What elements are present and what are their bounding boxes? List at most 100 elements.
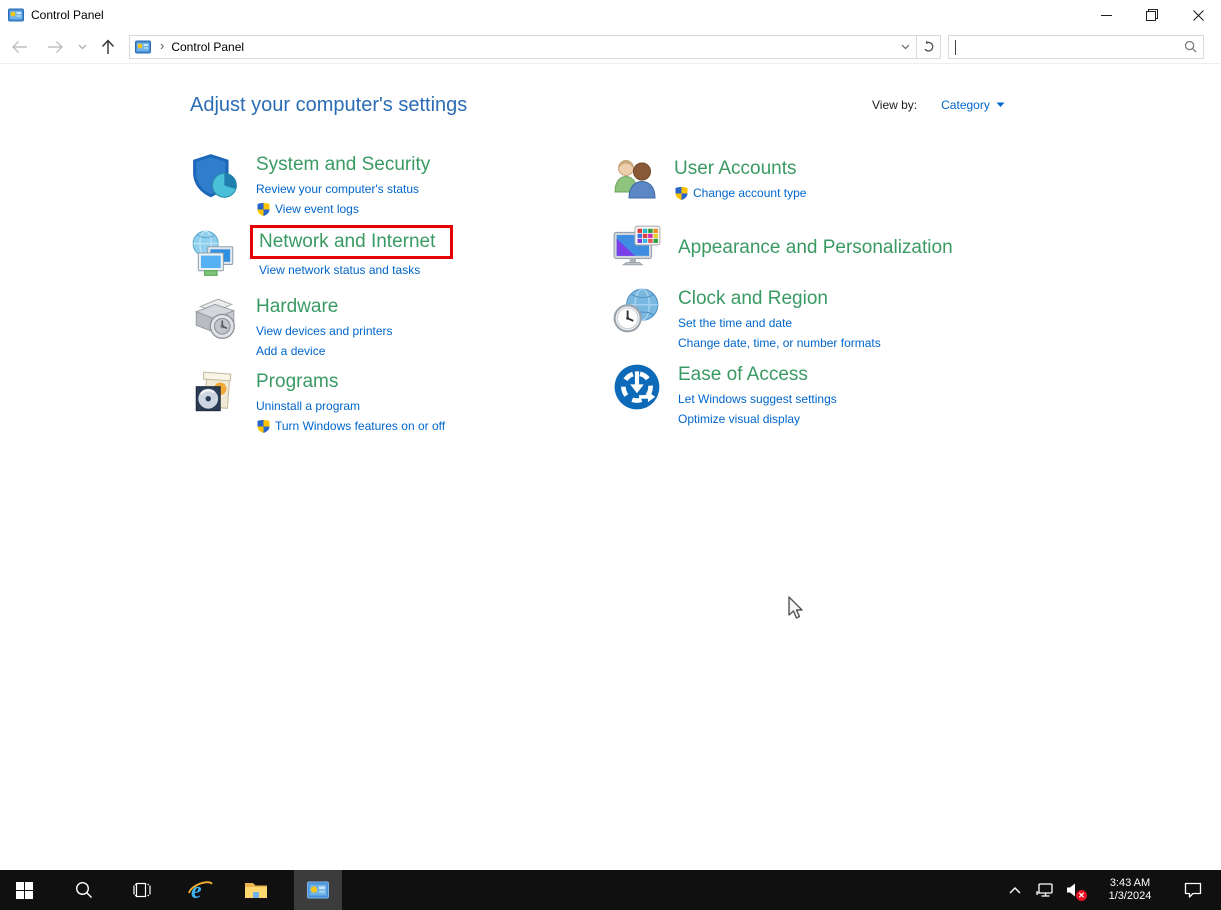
taskbar-search-button[interactable] [60,870,108,910]
link-uninstall-a-program[interactable]: Uninstall a program [256,399,445,414]
programs-icon[interactable] [190,369,240,419]
search-box [948,35,1204,59]
category-title-user-accounts[interactable]: User Accounts [674,156,806,181]
windows-logo-icon [16,882,33,899]
dropdown-arrow-icon [996,102,1005,108]
user-accounts-icon[interactable] [612,156,658,202]
page-title: Adjust your computer's settings [190,94,467,117]
internet-explorer-button[interactable]: e [176,870,224,910]
category-title-clock-and-region[interactable]: Clock and Region [678,286,881,311]
system-and-security-icon[interactable] [190,152,240,202]
category-appearance-personalization: Appearance and Personalization [612,222,953,272]
category-title-ease-of-access[interactable]: Ease of Access [678,362,837,387]
navigation-bar: › Control Panel [0,30,1221,64]
close-icon [1193,10,1204,21]
up-arrow-icon [101,39,115,55]
chevron-up-icon [1009,887,1021,894]
taskbar-control-panel-button[interactable] [294,870,342,910]
link-review-computer-status[interactable]: Review your computer's status [256,182,430,197]
breadcrumb[interactable]: Control Panel [171,40,244,54]
link-view-event-logs[interactable]: View event logs [256,202,430,217]
action-center-button[interactable] [1173,870,1213,910]
link-turn-windows-features[interactable]: Turn Windows features on or off [256,419,445,434]
ease-of-access-icon[interactable] [612,362,662,412]
category-user-accounts: User Accounts Change account type [612,156,806,202]
close-button[interactable] [1175,0,1221,30]
link-change-date-time-formats[interactable]: Change date, time, or number formats [678,336,881,351]
chevron-down-icon [901,44,910,50]
control-panel-icon [307,881,329,899]
view-by-dropdown[interactable]: Category [941,98,1005,112]
network-and-internet-icon[interactable] [190,229,240,279]
task-view-icon [133,882,151,898]
restore-button[interactable] [1129,0,1175,30]
address-dropdown[interactable] [894,36,916,58]
link-set-time-and-date[interactable]: Set the time and date [678,316,881,331]
link-change-account-type[interactable]: Change account type [674,186,806,201]
category-system-and-security: System and Security Review your computer… [190,152,430,217]
category-title-hardware[interactable]: Hardware [256,294,393,319]
file-explorer-icon [244,880,268,900]
forward-arrow-icon [47,40,64,54]
up-button[interactable] [92,30,124,64]
appearance-and-personalization-icon[interactable] [612,222,662,272]
window-title: Control Panel [31,8,104,22]
main-content: Adjust your computer's settings View by:… [0,64,1221,870]
text-caret [955,40,956,55]
mouse-cursor [786,595,805,621]
control-panel-window: Control Panel [0,0,1221,910]
category-title-network-and-internet[interactable]: Network and Internet [256,229,435,254]
action-center-icon [1184,882,1202,899]
restore-icon [1146,9,1158,21]
minimize-icon [1101,10,1112,21]
recent-pages-dropdown[interactable] [72,30,92,64]
system-tray: ✕ 3:43 AM 1/3/2024 [1001,870,1221,910]
category-hardware: Hardware View devices and printers Add a… [190,294,393,359]
volume-muted-badge: ✕ [1076,890,1087,901]
forward-button[interactable] [38,30,72,64]
link-view-devices-printers[interactable]: View devices and printers [256,324,393,339]
category-network-and-internet: Network and Internet View network status… [190,229,435,279]
breadcrumb-chevron-icon: › [160,38,164,53]
link-optimize-visual-display[interactable]: Optimize visual display [678,412,837,427]
network-icon [1036,882,1054,898]
clock-date: 1/3/2024 [1097,890,1163,903]
search-input[interactable] [949,36,1184,58]
start-button[interactable] [0,870,48,910]
category-clock-and-region: Clock and Region Set the time and date C… [612,286,881,351]
volume-button[interactable]: ✕ [1061,870,1087,910]
network-status-button[interactable] [1029,870,1061,910]
uac-shield-icon [256,202,271,217]
clock-time: 3:43 AM [1097,877,1163,890]
taskbar: e [0,870,1221,910]
category-title-appearance-personalization[interactable]: Appearance and Personalization [678,235,953,260]
back-button[interactable] [0,30,38,64]
uac-shield-icon [674,186,689,201]
minimize-button[interactable] [1083,0,1129,30]
chevron-down-icon [78,44,87,50]
refresh-icon [922,40,935,53]
address-bar[interactable]: › Control Panel [129,35,917,59]
link-add-a-device[interactable]: Add a device [256,344,393,359]
category-title-programs[interactable]: Programs [256,369,445,394]
link-let-windows-suggest[interactable]: Let Windows suggest settings [678,392,837,407]
category-ease-of-access: Ease of Access Let Windows suggest setti… [612,362,837,427]
search-icon [1184,40,1197,53]
svg-text:e: e [191,878,202,903]
category-programs: Programs Uninstall a program Turn Window… [190,369,445,434]
link-view-network-status[interactable]: View network status and tasks [256,263,435,278]
refresh-button[interactable] [917,35,941,59]
control-panel-icon [135,39,151,55]
title-bar: Control Panel [0,0,1221,30]
search-icon [75,881,93,899]
taskbar-clock[interactable]: 3:43 AM 1/3/2024 [1097,877,1163,903]
uac-shield-icon [256,419,271,434]
view-by-label: View by: [872,98,917,112]
control-panel-icon [8,7,24,23]
task-view-button[interactable] [118,870,166,910]
clock-and-region-icon[interactable] [612,286,662,336]
category-title-system-and-security[interactable]: System and Security [256,152,430,177]
file-explorer-button[interactable] [232,870,280,910]
hardware-icon[interactable] [190,294,240,344]
tray-show-hidden-icons-button[interactable] [1001,870,1029,910]
